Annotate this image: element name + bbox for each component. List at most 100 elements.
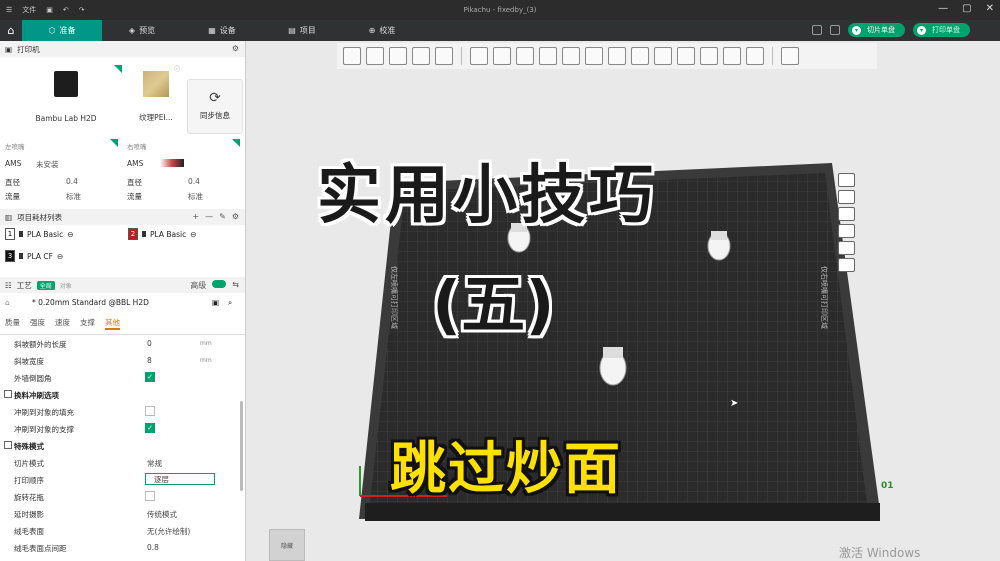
plate-number: 01	[881, 481, 894, 491]
device-icon: ▦	[208, 26, 216, 35]
info-icon[interactable]: ⓘ	[174, 64, 180, 73]
param-input[interactable]: 0	[147, 339, 152, 348]
tab-prepare[interactable]: ⬡ 准备	[22, 20, 102, 41]
dropdown-icon[interactable]: ▾	[917, 25, 926, 35]
tab-speed[interactable]: 速度	[55, 317, 70, 330]
print-button[interactable]: ▾ 打印单盘	[913, 23, 970, 37]
tab-calibration[interactable]: ⊕ 校准	[342, 20, 422, 41]
flow-select[interactable]: 标准	[66, 191, 81, 202]
param-select[interactable]: 常规	[147, 458, 162, 469]
filament-slot-2[interactable]: 2 PLA Basic ⊖	[128, 228, 197, 240]
flow-select[interactable]: 标准	[188, 191, 203, 202]
filament-name: PLA Basic	[150, 229, 187, 239]
param-label: 外墙倒圆角	[14, 374, 52, 383]
panel-scrollbar[interactable]	[240, 401, 243, 491]
tab-device[interactable]: ▦ 设备	[182, 20, 262, 41]
ams-slots[interactable]	[160, 159, 184, 167]
filament-slot-3[interactable]: 3 PLA CF ⊖	[5, 250, 63, 262]
plate-settings-icon[interactable]	[837, 241, 855, 255]
overlay-tip: 跳过炒面	[390, 437, 622, 502]
maximize-icon[interactable]: ▢	[962, 3, 971, 14]
plate-card[interactable]: ⓘ 纹理PEI...	[128, 63, 184, 129]
object-toggle[interactable]: 对象	[60, 281, 72, 290]
param-label: 冲刷到对象的支撑	[14, 425, 74, 434]
sync-label: 同步信息	[200, 111, 230, 120]
preset-row[interactable]: ⌂ * 0.20mm Standard @BBL H2D ▣ ⌕	[0, 293, 245, 313]
compare-icon[interactable]: ⇆	[232, 280, 239, 291]
filament-section-header: ▥ 项目耗材列表 + — ✎ ⚙	[0, 209, 245, 225]
purge-support-checkbox[interactable]: ✓	[145, 423, 155, 433]
settings-icon[interactable]: ⚙	[232, 212, 239, 221]
corner-marker	[114, 65, 122, 73]
model-2[interactable]	[707, 231, 731, 261]
search-icon[interactable]: ⌕	[228, 298, 232, 308]
redo-icon[interactable]: ↷	[79, 6, 85, 14]
window-title: Pikachu - fixedby_(3)	[463, 6, 537, 14]
printer-section-header: ▣ 打印机 ⚙	[0, 41, 245, 57]
refresh-icon[interactable]: ⊖	[67, 230, 73, 239]
param-row: 延时摄影 传统模式	[0, 505, 245, 522]
global-toggle[interactable]: 全局	[36, 280, 55, 290]
diameter-select[interactable]: 0.4	[66, 177, 78, 186]
add-icon[interactable]: +	[192, 212, 199, 221]
filament-slot-1[interactable]: 1 PLA Basic ⊖	[5, 228, 74, 240]
3d-viewport[interactable]: 仅左喷嘴可打印区域 仅右喷嘴可打印区域 01 实用小技巧 (五) 跳过炒面 隐藏…	[247, 41, 1000, 561]
orient-plate-icon[interactable]	[837, 190, 855, 204]
tab-label: 校准	[379, 26, 396, 35]
tab-support[interactable]: 支撑	[80, 317, 95, 330]
param-row: 冲刷到对象的填充	[0, 403, 245, 420]
outer-wall-checkbox[interactable]: ✓	[145, 372, 155, 382]
preset-select[interactable]: * 0.20mm Standard @BBL H2D	[32, 298, 149, 307]
purge-group: 换料冲刷选项	[0, 386, 245, 403]
param-input[interactable]: 8	[147, 356, 152, 365]
diameter-select[interactable]: 0.4	[188, 177, 200, 186]
remove-icon[interactable]: —	[205, 212, 213, 221]
cube-icon: ⬡	[48, 26, 56, 35]
tab-preview[interactable]: ◈ 预览	[102, 20, 182, 41]
tab-project[interactable]: ▤ 项目	[262, 20, 342, 41]
slice-button[interactable]: ▾ 切片单盘	[848, 23, 905, 37]
layout-icon[interactable]	[830, 25, 840, 35]
publish-icon[interactable]	[812, 25, 822, 35]
tab-quality[interactable]: 质量	[5, 317, 20, 330]
filament-row: 1 PLA Basic ⊖ 2 PLA Basic ⊖	[0, 225, 245, 247]
gear-icon[interactable]: ⚙	[232, 44, 239, 53]
print-sequence-select[interactable]: 逐层	[145, 473, 215, 485]
undo-icon[interactable]: ↶	[63, 6, 69, 14]
settings-panel: ▣ 打印机 ⚙ Bambu Lab H2D ⓘ 纹理PEI... ⟳ 同步信息 …	[0, 41, 246, 561]
advanced-switch[interactable]	[212, 280, 227, 288]
printer-card[interactable]: Bambu Lab H2D	[8, 63, 124, 129]
refresh-icon[interactable]: ⊖	[190, 230, 196, 239]
plate-thumbnail[interactable]: 隐藏	[269, 529, 305, 561]
param-select[interactable]: 无(允许绘制)	[147, 526, 190, 537]
save-icon[interactable]: ▣	[46, 6, 53, 14]
param-row: 斜坡宽度 8 mm	[0, 352, 245, 369]
nozzle-caption: 左喷嘴	[5, 143, 25, 151]
calibration-icon: ⊕	[368, 26, 376, 35]
purge-infill-checkbox[interactable]	[145, 406, 155, 416]
close-plate-icon[interactable]	[837, 173, 855, 187]
printer-row: Bambu Lab H2D ⓘ 纹理PEI... ⟳ 同步信息	[0, 57, 245, 137]
refresh-icon[interactable]: ⊖	[57, 252, 63, 261]
file-menu[interactable]: 文件	[22, 5, 36, 15]
arrange-plate-icon[interactable]	[837, 207, 855, 221]
edit-icon[interactable]: ✎	[219, 212, 226, 221]
corner-marker	[232, 139, 240, 147]
save-preset-icon[interactable]: ▣	[212, 298, 219, 307]
tab-others[interactable]: 其他	[105, 317, 120, 330]
param-unit: mm	[200, 357, 212, 364]
close-icon[interactable]: ✕	[986, 3, 994, 14]
slot-number: 3	[5, 250, 15, 262]
model-3[interactable]	[599, 347, 627, 386]
spiral-vase-checkbox[interactable]	[145, 491, 155, 501]
menu-icon[interactable]: ☰	[6, 6, 12, 14]
dropdown-icon[interactable]: ▾	[852, 25, 861, 35]
plate-image-icon[interactable]	[837, 258, 855, 272]
minimize-icon[interactable]: —	[938, 3, 948, 14]
tab-strength[interactable]: 强度	[30, 317, 45, 330]
param-select[interactable]: 传统模式	[147, 509, 177, 520]
sync-info-button[interactable]: ⟳ 同步信息	[187, 79, 243, 134]
param-input[interactable]: 0.8	[147, 543, 159, 552]
lock-plate-icon[interactable]	[837, 224, 855, 238]
home-icon[interactable]: ⌂	[0, 20, 22, 41]
